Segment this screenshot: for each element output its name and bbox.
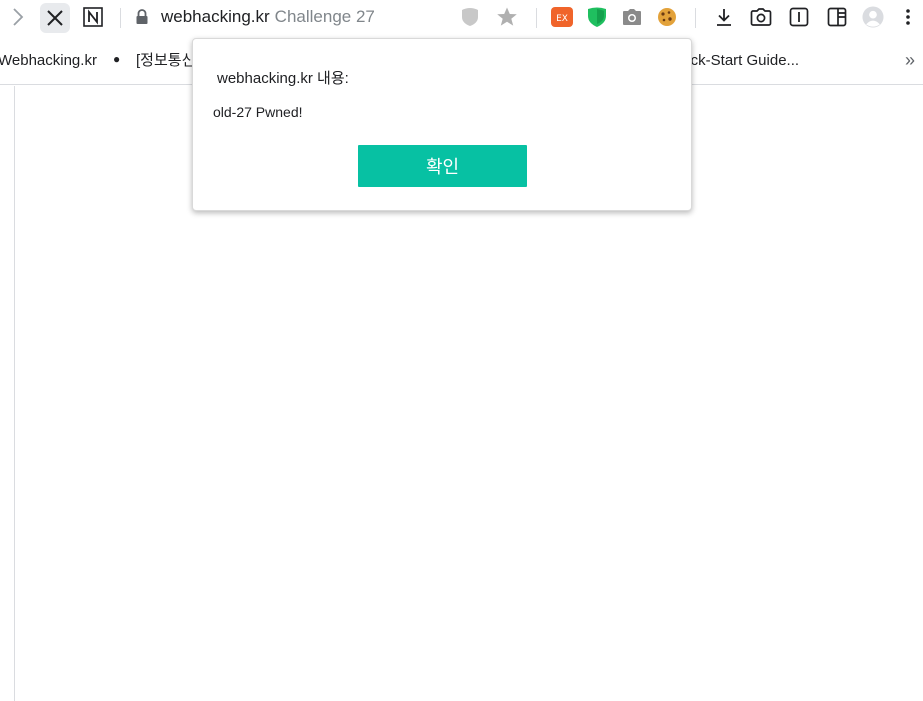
green-shield-icon — [588, 7, 606, 27]
notion-extension-button[interactable] — [82, 6, 104, 28]
reader-icon — [789, 7, 809, 27]
ex-extension-icon: EX — [551, 7, 573, 27]
bookmark-star-button[interactable] — [496, 6, 518, 28]
toolbar-divider — [120, 8, 121, 28]
bookmarks-overflow-button[interactable]: » — [905, 50, 915, 71]
bookmark-webhacking[interactable]: Webhacking.kr — [0, 52, 97, 70]
profile-button[interactable] — [862, 6, 884, 28]
browser-toolbar: webhacking.kr Challenge 27 EX — [0, 0, 923, 36]
address-bar[interactable]: webhacking.kr Challenge 27 — [161, 6, 375, 28]
screenshot-button[interactable] — [750, 6, 772, 28]
toolbar-divider — [695, 8, 696, 28]
ok-button[interactable]: 확인 — [358, 145, 527, 187]
reader-mode-button[interactable] — [788, 6, 810, 28]
cookie-extension-button[interactable] — [656, 6, 678, 28]
camera-icon — [623, 9, 641, 25]
forward-button[interactable] — [6, 5, 30, 29]
ex-extension-button[interactable]: EX — [551, 6, 573, 28]
green-shield-extension-button[interactable] — [586, 6, 608, 28]
camera-extension-button[interactable] — [621, 6, 643, 28]
page-left-border — [14, 86, 15, 701]
menu-button[interactable] — [897, 6, 919, 28]
downloads-button[interactable] — [713, 6, 735, 28]
side-panel-button[interactable] — [826, 6, 848, 28]
stop-loading-button[interactable] — [40, 3, 70, 33]
bullet-icon: ● — [113, 52, 121, 66]
chevron-right-icon — [13, 8, 24, 26]
profile-icon — [862, 6, 884, 28]
sidebar-icon — [827, 7, 847, 27]
screenshot-icon — [750, 8, 772, 26]
star-icon — [497, 7, 517, 26]
notion-icon — [83, 7, 103, 27]
dialog-message: old-27 Pwned! — [213, 104, 303, 120]
alert-dialog: webhacking.kr 내용: old-27 Pwned! 확인 — [192, 38, 692, 211]
svg-text:EX: EX — [556, 14, 568, 24]
url-host: webhacking.kr — [161, 7, 270, 26]
shield-extension-button[interactable] — [459, 6, 481, 28]
download-icon — [717, 9, 731, 26]
close-icon — [47, 10, 63, 26]
url-page-title: Challenge 27 — [274, 7, 375, 26]
more-icon — [906, 9, 910, 25]
site-info-button[interactable] — [134, 8, 150, 26]
bookmark-info-comm[interactable]: [정보통신 — [136, 52, 194, 70]
dialog-title: webhacking.kr 내용: — [217, 70, 349, 87]
shield-icon — [462, 8, 478, 26]
bookmark-quick-start-guide[interactable]: uick-Start Guide... — [679, 52, 799, 70]
toolbar-divider — [536, 8, 537, 28]
cookie-icon — [658, 8, 676, 26]
lock-icon — [136, 9, 148, 24]
